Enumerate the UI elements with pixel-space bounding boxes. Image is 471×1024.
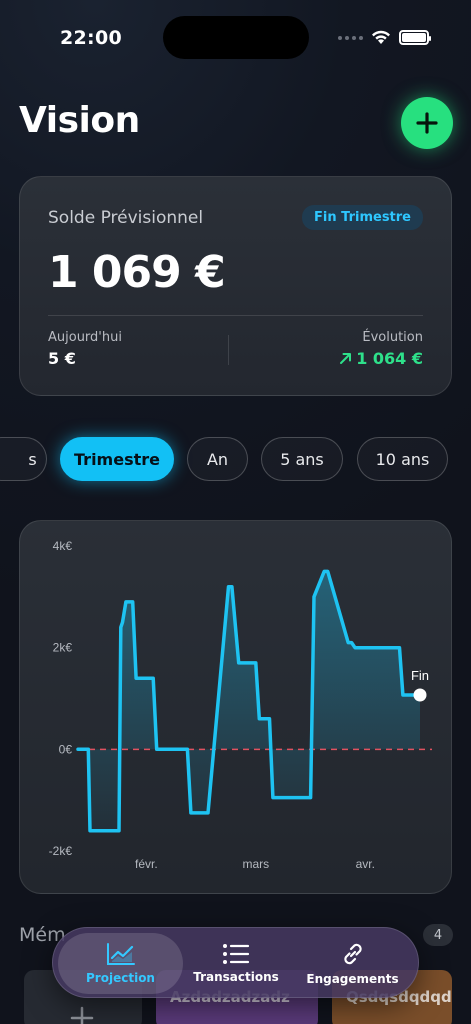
status-time: 22:00 xyxy=(60,27,122,49)
balance-amount: 1 069 € xyxy=(48,247,226,298)
link-icon xyxy=(343,943,362,965)
chart-y-tick-label: 4k€ xyxy=(53,539,73,553)
chart-y-tick-label: 0€ xyxy=(59,742,73,756)
chart-x-tick-label: avr. xyxy=(356,857,375,871)
balance-card: Solde Prévisionnel Fin Trimestre 1 069 €… xyxy=(19,176,452,396)
projection-chart[interactable]: 4k€ 2k€ 0€ -2k€ févr. mars avr. Fin xyxy=(20,521,452,894)
chart-x-tick-label: févr. xyxy=(135,857,158,871)
plus-icon xyxy=(70,1006,94,1024)
period-filter-label: An xyxy=(206,449,229,469)
list-icon xyxy=(223,944,250,964)
period-filter-label: 10 ans xyxy=(375,449,430,469)
chart-y-tick-label: 2k€ xyxy=(53,641,73,655)
tab-label: Engagements xyxy=(306,972,399,986)
period-filter-label: Trimestre xyxy=(74,449,160,469)
tab-projection[interactable]: Projection xyxy=(58,933,183,994)
chart-end-point[interactable] xyxy=(413,688,427,702)
period-filter-an[interactable]: An xyxy=(187,437,248,481)
trend-up-icon xyxy=(340,353,352,364)
balance-label: Solde Prévisionnel xyxy=(48,208,204,228)
chart-area xyxy=(78,571,420,831)
tab-engagements[interactable]: Engagements xyxy=(295,933,410,994)
period-filter-10-ans[interactable]: 10 ans xyxy=(357,437,448,481)
period-badge: Fin Trimestre xyxy=(302,205,423,230)
projection-chart-card[interactable]: 4k€ 2k€ 0€ -2k€ févr. mars avr. Fin xyxy=(19,520,452,894)
dynamic-island xyxy=(163,16,309,59)
battery-icon xyxy=(399,30,431,45)
chart-y-tick-label: -2k€ xyxy=(49,844,73,858)
card-divider xyxy=(48,315,423,316)
period-filter-5-ans[interactable]: 5 ans xyxy=(261,437,343,481)
plus-icon xyxy=(416,112,438,134)
tab-label: Transactions xyxy=(193,970,279,984)
wifi-icon xyxy=(372,30,390,44)
tab-bar: Projection Transactions Engagements xyxy=(52,927,419,998)
period-filter-label: s xyxy=(28,449,37,469)
chart-end-label: Fin xyxy=(411,668,429,683)
card-vertical-divider xyxy=(228,335,229,365)
period-filter-semaine[interactable]: s xyxy=(0,437,47,481)
today-value: 5 € xyxy=(48,349,76,368)
tab-transactions[interactable]: Transactions xyxy=(181,933,291,994)
chart-x-tick-label: mars xyxy=(243,857,270,871)
evolution-label: Évolution xyxy=(362,330,423,345)
today-label: Aujourd'hui xyxy=(48,330,122,345)
cellular-signal-icon xyxy=(338,35,363,40)
period-filter-label: 5 ans xyxy=(280,449,324,469)
memos-count-badge: 4 xyxy=(423,924,453,946)
evolution-value-row: 1 064 € xyxy=(339,349,423,368)
add-button[interactable] xyxy=(401,97,453,149)
chart-line-icon xyxy=(106,943,135,965)
page-title: Vision xyxy=(19,100,140,141)
status-indicators xyxy=(338,30,431,45)
evolution-value: 1 064 € xyxy=(356,349,423,368)
tab-label: Projection xyxy=(86,971,155,985)
period-filter-trimestre[interactable]: Trimestre xyxy=(60,437,174,481)
